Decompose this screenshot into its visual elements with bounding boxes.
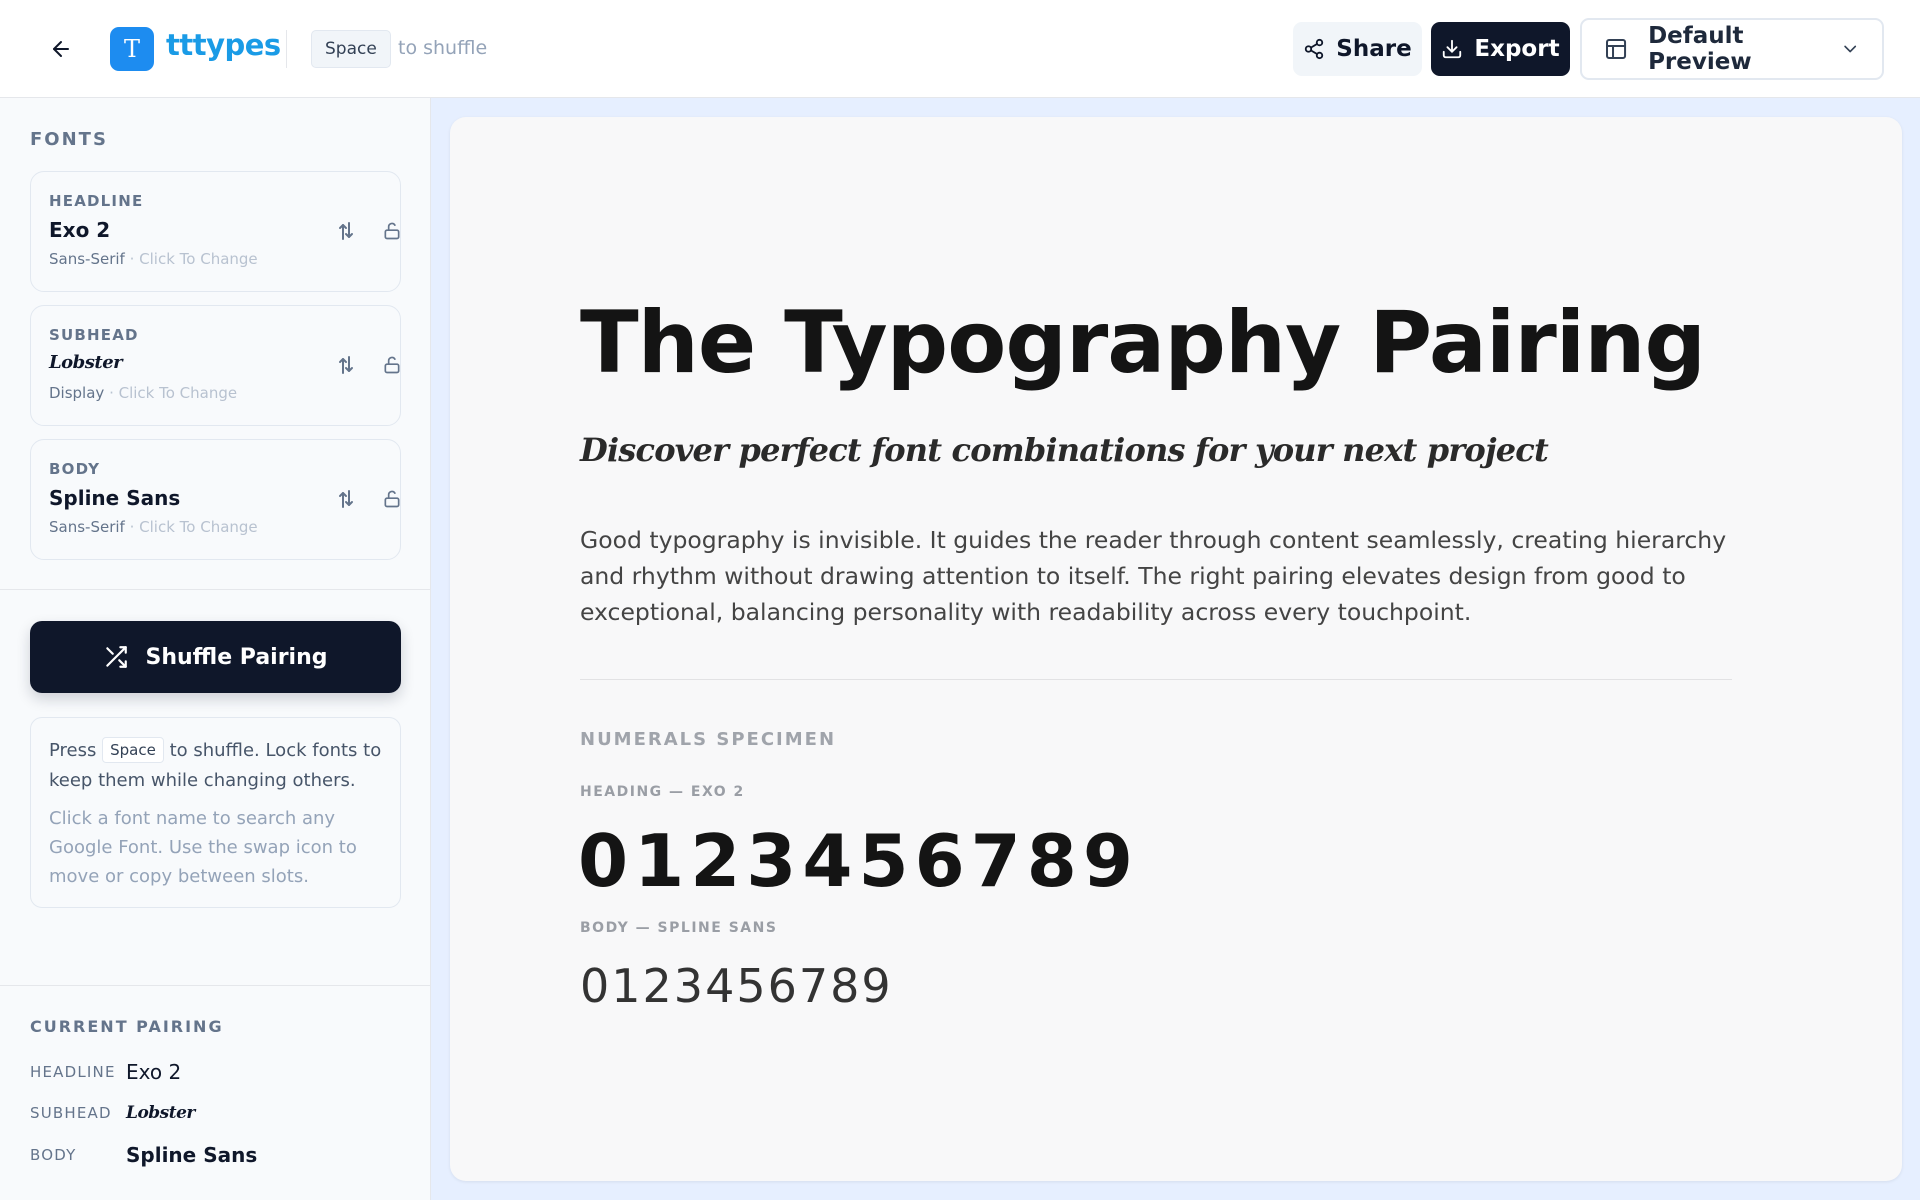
preview-area: The Typography Pairing Discover perfect … xyxy=(431,98,1920,1200)
numerals-label: NUMERALS SPECIMEN xyxy=(580,729,837,750)
lock-button[interactable] xyxy=(379,352,405,378)
logo-text: tttypes xyxy=(166,28,281,62)
export-button[interactable]: Export xyxy=(1431,22,1570,76)
preview-divider xyxy=(580,679,1732,680)
shortcut-key: Space xyxy=(311,30,391,68)
pairing-value: Exo 2 xyxy=(126,1060,182,1084)
preview-subtitle: Discover perfect font combinations for y… xyxy=(580,431,1549,469)
pairing-value: Spline Sans xyxy=(126,1143,258,1167)
swap-icon xyxy=(339,490,353,508)
shortcut-hint: to shuffle xyxy=(398,37,488,59)
heading-numerals-label: HEADING — EXO 2 xyxy=(580,784,745,800)
font-hint: · Click To Change xyxy=(129,250,258,268)
font-card-headline[interactable]: HEADLINE Exo 2 Sans-Serif · Click To Cha… xyxy=(30,171,401,292)
preview-select-value: Default Preview xyxy=(1648,23,1752,75)
logo-mark: T xyxy=(110,27,154,71)
export-label: Export xyxy=(1474,36,1560,62)
font-meta: Sans-Serif · Click To Change xyxy=(49,250,258,268)
pairing-key: HEADLINE xyxy=(30,1063,116,1081)
help-box: Press Space to shuffle. Lock fonts to ke… xyxy=(30,717,401,908)
top-bar: T tttypes Space to shuffle Share Export … xyxy=(0,0,1920,98)
swap-button[interactable] xyxy=(333,486,359,512)
heading-numerals: 0123456789 xyxy=(578,819,1139,903)
font-meta: Display · Click To Change xyxy=(49,384,237,402)
font-hint: · Click To Change xyxy=(109,384,238,402)
swap-button[interactable] xyxy=(333,218,359,244)
pairing-key: BODY xyxy=(30,1146,77,1164)
shuffle-pairing-label: Shuffle Pairing xyxy=(145,644,328,670)
font-category: Display xyxy=(49,384,105,402)
font-role: HEADLINE xyxy=(49,192,144,210)
shuffle-pairing-button[interactable]: Shuffle Pairing xyxy=(30,621,401,693)
current-pairing-row: HEADLINE Exo 2 xyxy=(30,1057,181,1087)
chevron-down-icon xyxy=(1843,45,1856,53)
divider xyxy=(0,985,431,986)
download-icon xyxy=(1443,39,1462,59)
arrow-left-icon xyxy=(53,41,69,57)
body-numerals-label: BODY — SPLINE SANS xyxy=(580,920,778,936)
preview-body: Good typography is invisible. It guides … xyxy=(580,526,1727,626)
font-card-subhead[interactable]: SUBHEAD Lobster Display · Click To Chang… xyxy=(30,305,401,426)
font-role: SUBHEAD xyxy=(49,326,139,344)
unlock-icon xyxy=(384,356,400,374)
pairing-value: Lobster xyxy=(126,1103,195,1123)
preview-title: The Typography Pairing xyxy=(580,293,1706,393)
font-role: BODY xyxy=(49,460,101,478)
swap-icon xyxy=(339,222,353,240)
swap-button[interactable] xyxy=(333,352,359,378)
unlock-icon xyxy=(384,222,400,240)
current-pairing-label: CURRENT PAIRING xyxy=(30,1017,224,1036)
lock-button[interactable] xyxy=(379,486,405,512)
pairing-key: SUBHEAD xyxy=(30,1104,112,1122)
fonts-section-label: FONTS xyxy=(30,129,108,150)
share-button[interactable]: Share xyxy=(1293,22,1422,76)
font-category: Sans-Serif xyxy=(49,518,125,536)
swap-icon xyxy=(339,356,353,374)
font-meta: Sans-Serif · Click To Change xyxy=(49,518,258,536)
lock-button[interactable] xyxy=(379,218,405,244)
unlock-icon xyxy=(384,490,400,508)
font-card-body[interactable]: BODY Spline Sans Sans-Serif · Click To C… xyxy=(30,439,401,560)
layout-icon xyxy=(1606,38,1627,60)
help-text: Press Space to shuffle. Lock fonts to ke… xyxy=(49,736,382,796)
shuffle-icon xyxy=(106,646,128,668)
help-key: Space xyxy=(102,737,164,763)
help-press: Press xyxy=(49,740,97,761)
sidebar: FONTS HEADLINE Exo 2 Sans-Serif · Click … xyxy=(0,98,431,1200)
body-numerals: 0123456789 xyxy=(580,959,893,1013)
help-rest: to shuffle. Lock fonts to keep them whil… xyxy=(49,740,382,791)
preview-canvas: The Typography Pairing Discover perfect … xyxy=(450,117,1902,1181)
divider xyxy=(0,589,431,590)
preview-select[interactable]: Default Preview xyxy=(1580,18,1884,80)
share-icon xyxy=(1305,38,1324,60)
font-name[interactable]: Lobster xyxy=(49,352,123,373)
back-button[interactable] xyxy=(44,32,78,66)
current-pairing-row: SUBHEAD Lobster xyxy=(30,1098,195,1128)
help-muted-text: Click a font name to search any Google F… xyxy=(49,808,357,887)
font-name[interactable]: Spline Sans xyxy=(49,486,180,510)
divider xyxy=(286,30,287,68)
share-label: Share xyxy=(1336,36,1412,62)
font-name[interactable]: Exo 2 xyxy=(49,218,110,242)
font-hint: · Click To Change xyxy=(129,518,258,536)
current-pairing-row: BODY Spline Sans xyxy=(30,1140,257,1170)
font-category: Sans-Serif xyxy=(49,250,125,268)
